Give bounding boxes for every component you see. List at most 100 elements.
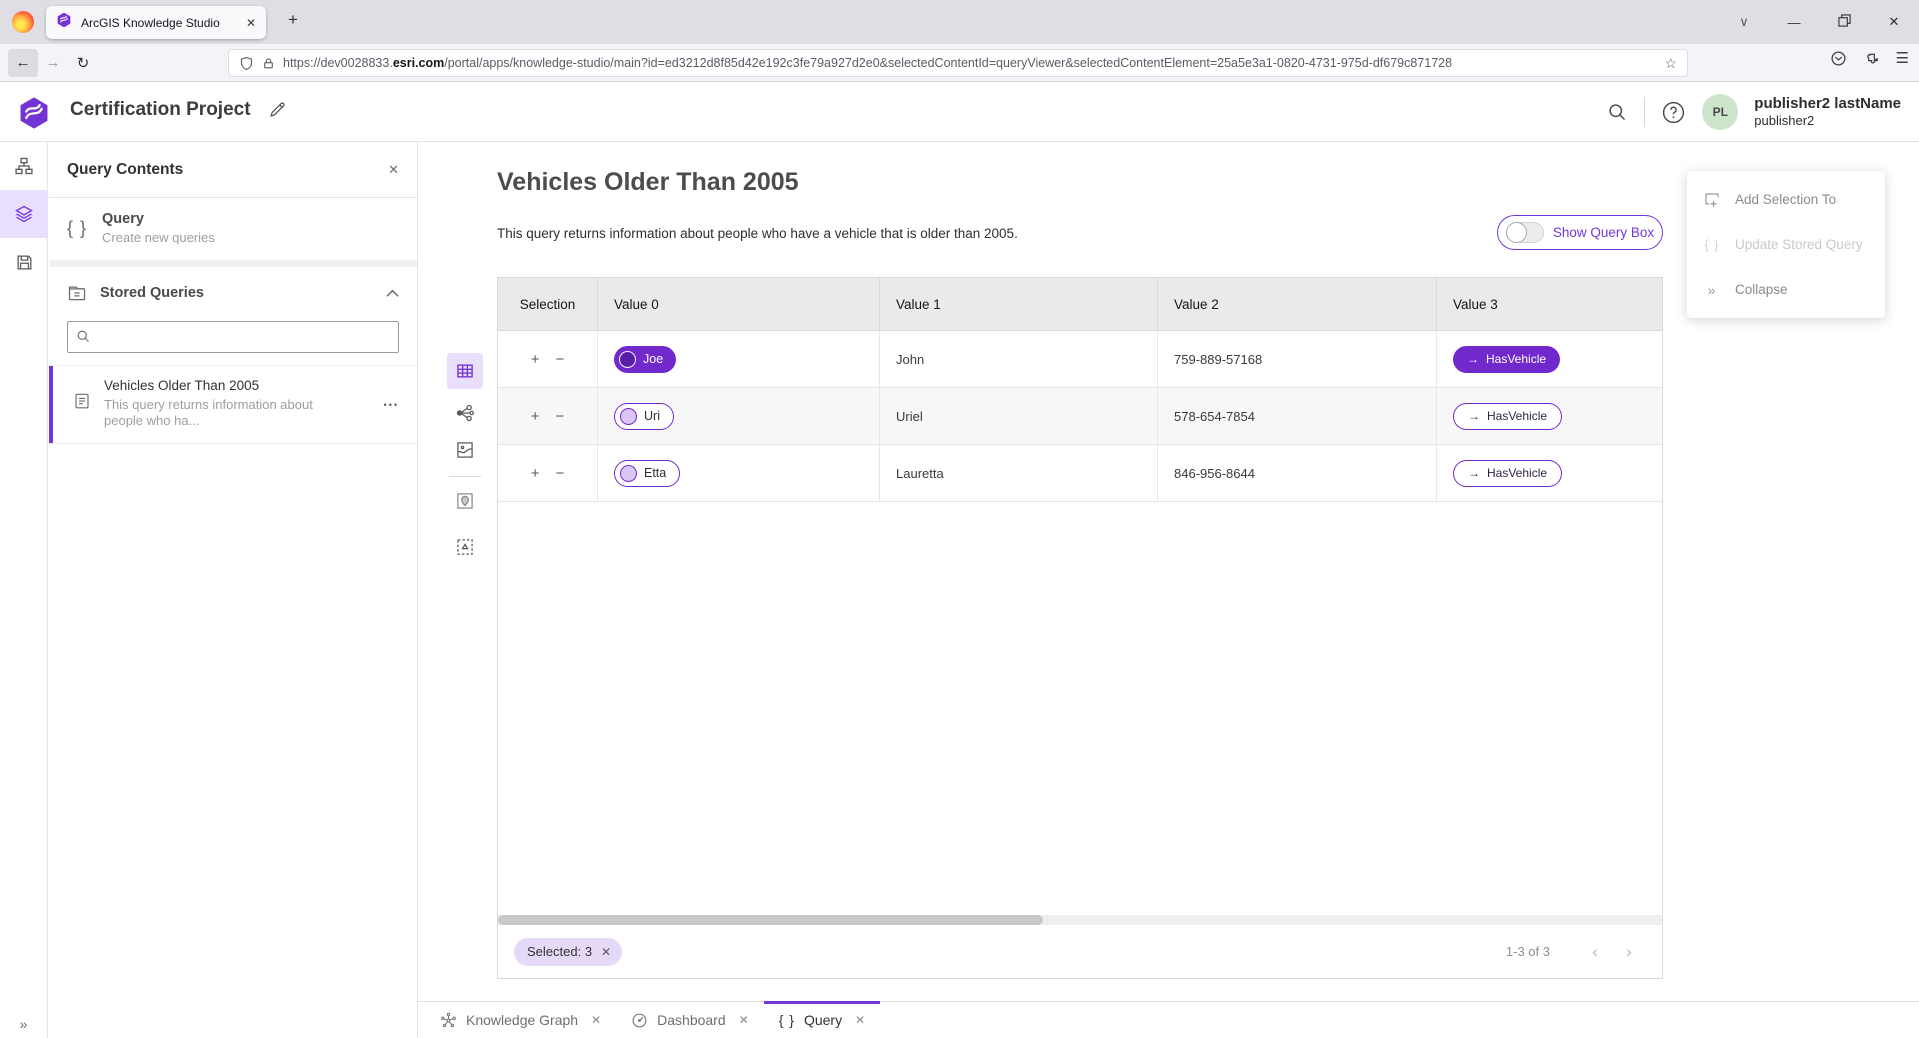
- next-page-icon[interactable]: ›: [1612, 942, 1646, 962]
- content-tab-bar: Knowledge Graph ✕ Dashboard ✕ { } Query …: [418, 1001, 1919, 1038]
- table-view-icon[interactable]: [447, 353, 483, 389]
- map-view-icon[interactable]: [447, 432, 483, 468]
- pocket-icon[interactable]: [1830, 50, 1847, 67]
- stored-queries-header[interactable]: Stored Queries: [49, 267, 417, 319]
- contents-layers-icon[interactable]: [0, 190, 48, 238]
- stored-query-doc-icon: [73, 392, 91, 410]
- stored-query-description: This query returns information aboutpeop…: [104, 397, 313, 429]
- browser-tab-bar: ArcGIS Knowledge Studio ✕ + ∨ — ✕: [0, 0, 1919, 44]
- stored-queries-title: Stored Queries: [100, 285, 373, 301]
- show-query-box-toggle[interactable]: Show Query Box: [1497, 215, 1663, 250]
- window-minimize-button[interactable]: —: [1769, 15, 1819, 30]
- user-name-block[interactable]: publisher2 lastName publisher2: [1754, 95, 1901, 129]
- panel-close-icon[interactable]: ✕: [388, 162, 399, 178]
- save-icon[interactable]: [0, 238, 48, 286]
- new-tab-button[interactable]: +: [288, 10, 298, 30]
- firefox-logo-icon[interactable]: [12, 11, 34, 33]
- browser-toolbar: ← → ↻ https://dev0028833.esri.com/portal…: [0, 44, 1919, 82]
- knowledge-studio-logo-icon: [17, 95, 51, 131]
- forward-button[interactable]: →: [38, 49, 68, 77]
- selection-map-icon[interactable]: [447, 529, 483, 565]
- add-to-selection-icon[interactable]: +: [531, 351, 540, 368]
- user-avatar[interactable]: PL: [1702, 94, 1738, 130]
- stored-queries-folder-icon: [67, 283, 87, 303]
- reload-button[interactable]: ↻: [68, 49, 98, 77]
- node-pill[interactable]: Etta: [614, 460, 680, 487]
- column-header: Value 3: [1437, 278, 1662, 330]
- close-tab-icon[interactable]: ✕: [591, 1013, 601, 1027]
- node-circle-icon: [620, 408, 637, 425]
- window-close-button[interactable]: ✕: [1869, 14, 1919, 30]
- toolbar-divider: [449, 476, 481, 477]
- node-pill[interactable]: Uri: [614, 403, 674, 430]
- new-query-item[interactable]: { } Query Create new queries: [49, 198, 417, 267]
- clear-selection-icon[interactable]: ✕: [601, 945, 611, 959]
- extensions-puzzle-icon[interactable]: [1863, 50, 1880, 67]
- previous-page-icon[interactable]: ‹: [1578, 942, 1612, 962]
- query-item-title: Query: [102, 211, 215, 227]
- node-pill[interactable]: Joe: [614, 346, 676, 373]
- toggle-track: [1506, 222, 1544, 243]
- collapse-icon: »: [1702, 282, 1722, 298]
- stored-queries-search-input[interactable]: [67, 321, 399, 353]
- table-row: + − Uri Uriel 578-654-7854 →HasVehicle: [498, 388, 1662, 445]
- search-icon[interactable]: [1607, 102, 1628, 123]
- url-bar[interactable]: https://dev0028833.esri.com/portal/apps/…: [228, 49, 1688, 77]
- menu-item-add-selection-to[interactable]: Add Selection To: [1687, 177, 1885, 222]
- arrow-right-icon: →: [1468, 466, 1480, 480]
- header-divider: [1644, 97, 1645, 127]
- relationship-pill[interactable]: →HasVehicle: [1453, 460, 1562, 487]
- relationship-pill[interactable]: →HasVehicle: [1453, 346, 1560, 373]
- add-to-map-icon[interactable]: [447, 483, 483, 519]
- cell-value: Uriel: [880, 388, 1158, 444]
- menu-hamburger-icon[interactable]: ☰: [1896, 49, 1909, 67]
- app-header: Certification Project PL publisher2 last…: [0, 83, 1919, 142]
- braces-icon: { }: [67, 218, 87, 239]
- add-to-selection-icon[interactable]: +: [531, 408, 540, 425]
- tab-close-icon[interactable]: ✕: [246, 16, 256, 30]
- edit-title-pencil-icon[interactable]: [268, 100, 287, 124]
- cell-value: 578-654-7854: [1158, 388, 1437, 444]
- window-restore-button[interactable]: [1819, 14, 1869, 30]
- close-tab-icon[interactable]: ✕: [855, 1013, 865, 1027]
- bookmark-star-icon[interactable]: ☆: [1664, 55, 1677, 72]
- horizontal-scrollbar[interactable]: [498, 915, 1662, 925]
- help-icon[interactable]: [1661, 100, 1686, 125]
- close-tab-icon[interactable]: ✕: [739, 1013, 749, 1027]
- lock-icon[interactable]: [262, 56, 275, 71]
- query-result-title: Vehicles Older Than 2005: [497, 168, 799, 197]
- node-circle-icon: [619, 351, 636, 368]
- user-subtitle: publisher2: [1754, 113, 1901, 129]
- item-options-ellipsis-icon[interactable]: •••: [384, 400, 399, 410]
- horizontal-scrollbar-thumb[interactable]: [498, 915, 1043, 925]
- table-row: + − Etta Lauretta 846-956-8644 →HasVehic…: [498, 445, 1662, 502]
- tracking-shield-icon[interactable]: [239, 56, 254, 71]
- menu-item-collapse[interactable]: » Collapse: [1687, 267, 1885, 312]
- stored-query-item[interactable]: Vehicles Older Than 2005 This query retu…: [49, 365, 417, 444]
- stored-queries-search-icon: [76, 329, 91, 349]
- browser-tab[interactable]: ArcGIS Knowledge Studio ✕: [46, 6, 266, 39]
- remove-from-selection-icon[interactable]: −: [556, 351, 565, 368]
- tab-dashboard[interactable]: Dashboard ✕: [616, 1002, 764, 1038]
- browser-tab-title: ArcGIS Knowledge Studio: [81, 16, 237, 30]
- cell-value: 846-956-8644: [1158, 445, 1437, 501]
- tab-knowledge-graph[interactable]: Knowledge Graph ✕: [425, 1002, 616, 1038]
- expand-rail-icon[interactable]: »: [0, 1016, 48, 1032]
- stored-query-title: Vehicles Older Than 2005: [104, 378, 313, 393]
- arrow-right-icon: →: [1468, 409, 1480, 423]
- chevron-up-icon[interactable]: [386, 289, 399, 298]
- add-to-selection-icon[interactable]: +: [531, 465, 540, 482]
- relationship-pill[interactable]: →HasVehicle: [1453, 403, 1562, 430]
- table-footer: Selected: 3 ✕ 1-3 of 3 ‹ ›: [498, 925, 1662, 978]
- remove-from-selection-icon[interactable]: −: [556, 465, 565, 482]
- data-model-icon[interactable]: [0, 142, 48, 190]
- list-all-tabs-icon[interactable]: ∨: [1719, 14, 1769, 30]
- table-empty-area: [498, 502, 1662, 915]
- column-header: Selection: [498, 278, 598, 330]
- link-chart-icon[interactable]: [447, 395, 483, 431]
- tab-query[interactable]: { } Query ✕: [764, 1002, 880, 1038]
- remove-from-selection-icon[interactable]: −: [556, 408, 565, 425]
- back-button[interactable]: ←: [8, 49, 38, 77]
- dashboard-gauge-icon: [631, 1012, 648, 1029]
- selected-count-chip[interactable]: Selected: 3 ✕: [514, 938, 622, 966]
